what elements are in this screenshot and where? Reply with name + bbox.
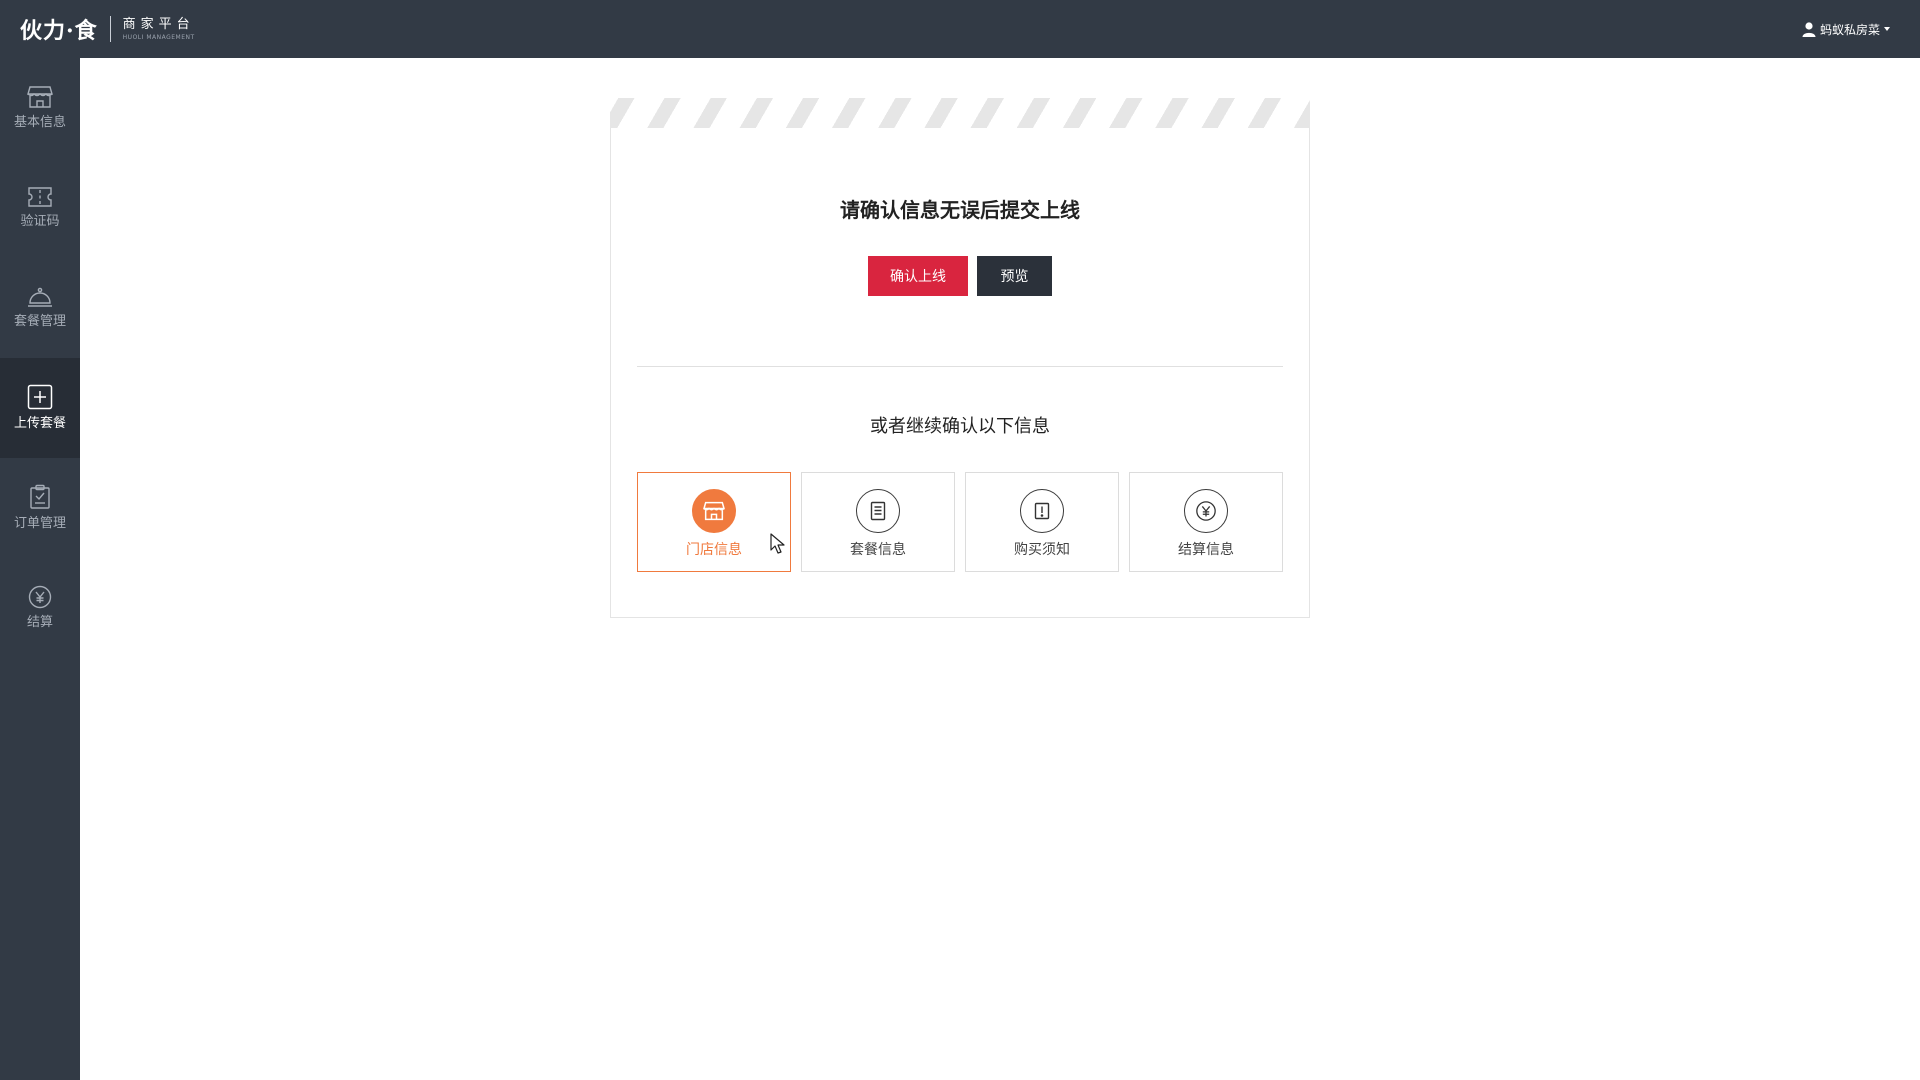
- confirm-online-button[interactable]: 确认上线: [868, 256, 968, 296]
- sidebar-item-basic-info[interactable]: 基本信息: [0, 58, 80, 158]
- mouse-cursor-icon: [770, 533, 785, 554]
- platform-title-en: HUOLI MANAGEMENT: [122, 33, 195, 41]
- sidebar-item-label: 订单管理: [13, 516, 66, 531]
- yen-circle-icon: [1196, 501, 1216, 521]
- continue-title: 或者继续确认以下信息: [870, 416, 1050, 437]
- decorative-stripes: [610, 98, 1310, 128]
- submit-card: 请确认信息无误后提交上线 确认上线 预览 或者继续确认以下信息 门店信息 套餐信…: [610, 98, 1310, 618]
- tile-store-info[interactable]: 门店信息: [637, 472, 791, 572]
- tile-label: 门店信息: [686, 542, 742, 558]
- brand-subtitle: 商家平台 HUOLI MANAGEMENT: [123, 17, 195, 42]
- clipboard-check-icon: [30, 484, 50, 509]
- cloche-icon: [28, 287, 52, 307]
- sidebar-item-label: 结算: [26, 615, 53, 630]
- brand-logo: 伙力·食: [20, 18, 98, 44]
- brand-divider: [109, 16, 111, 42]
- action-buttons: 确认上线 预览: [611, 256, 1309, 296]
- top-bar: 伙力·食 商家平台 HUOLI MANAGEMENT 蚂蚁私房菜: [0, 0, 1920, 58]
- plus-square-icon: [27, 384, 53, 410]
- sidebar-item-package-management[interactable]: 套餐管理: [0, 258, 80, 358]
- notice-icon-circle: [1020, 489, 1064, 533]
- store-icon-circle: [692, 489, 736, 533]
- yen-circle-icon: [28, 585, 52, 609]
- yen-icon-circle: [1184, 489, 1228, 533]
- user-name: 蚂蚁私房菜: [1819, 22, 1880, 37]
- divider: [637, 366, 1283, 367]
- sidebar-item-label: 基本信息: [13, 115, 66, 130]
- info-tiles: 门店信息 套餐信息 购买须知 结算信息: [637, 472, 1283, 572]
- brand[interactable]: 伙力·食 商家平台 HUOLI MANAGEMENT: [20, 13, 195, 45]
- store-icon: [27, 86, 53, 108]
- notice-icon: [1034, 502, 1050, 520]
- platform-title: 商家平台: [122, 16, 195, 32]
- tile-settlement-info[interactable]: 结算信息: [1129, 472, 1283, 572]
- sidebar-item-upload-package[interactable]: 上传套餐: [0, 358, 80, 458]
- ticket-icon: [28, 187, 52, 207]
- sidebar-item-label: 上传套餐: [13, 416, 66, 431]
- tile-label: 购买须知: [1014, 542, 1070, 558]
- tile-label: 结算信息: [1178, 542, 1234, 558]
- preview-button[interactable]: 预览: [977, 256, 1052, 296]
- sidebar-item-label: 验证码: [20, 214, 60, 229]
- tile-label: 套餐信息: [850, 542, 906, 558]
- tile-purchase-notice[interactable]: 购买须知: [965, 472, 1119, 572]
- main-content: 请确认信息无误后提交上线 确认上线 预览 或者继续确认以下信息 门店信息 套餐信…: [80, 58, 1920, 1080]
- user-icon: [1802, 21, 1816, 37]
- tile-package-info[interactable]: 套餐信息: [801, 472, 955, 572]
- sidebar-item-label: 套餐管理: [13, 314, 66, 329]
- sidebar-item-order-management[interactable]: 订单管理: [0, 458, 80, 558]
- store-icon: [703, 501, 725, 521]
- document-icon: [870, 501, 886, 521]
- sidebar-item-verification-code[interactable]: 验证码: [0, 158, 80, 258]
- sidebar: 基本信息 验证码 套餐管理 上传套餐 订单管理 结算: [0, 58, 80, 1080]
- confirm-title: 请确认信息无误后提交上线: [840, 198, 1080, 222]
- sidebar-item-settlement[interactable]: 结算: [0, 558, 80, 658]
- user-menu[interactable]: 蚂蚁私房菜: [1802, 0, 1890, 58]
- document-icon-circle: [856, 489, 900, 533]
- chevron-down-icon: [1884, 27, 1890, 31]
